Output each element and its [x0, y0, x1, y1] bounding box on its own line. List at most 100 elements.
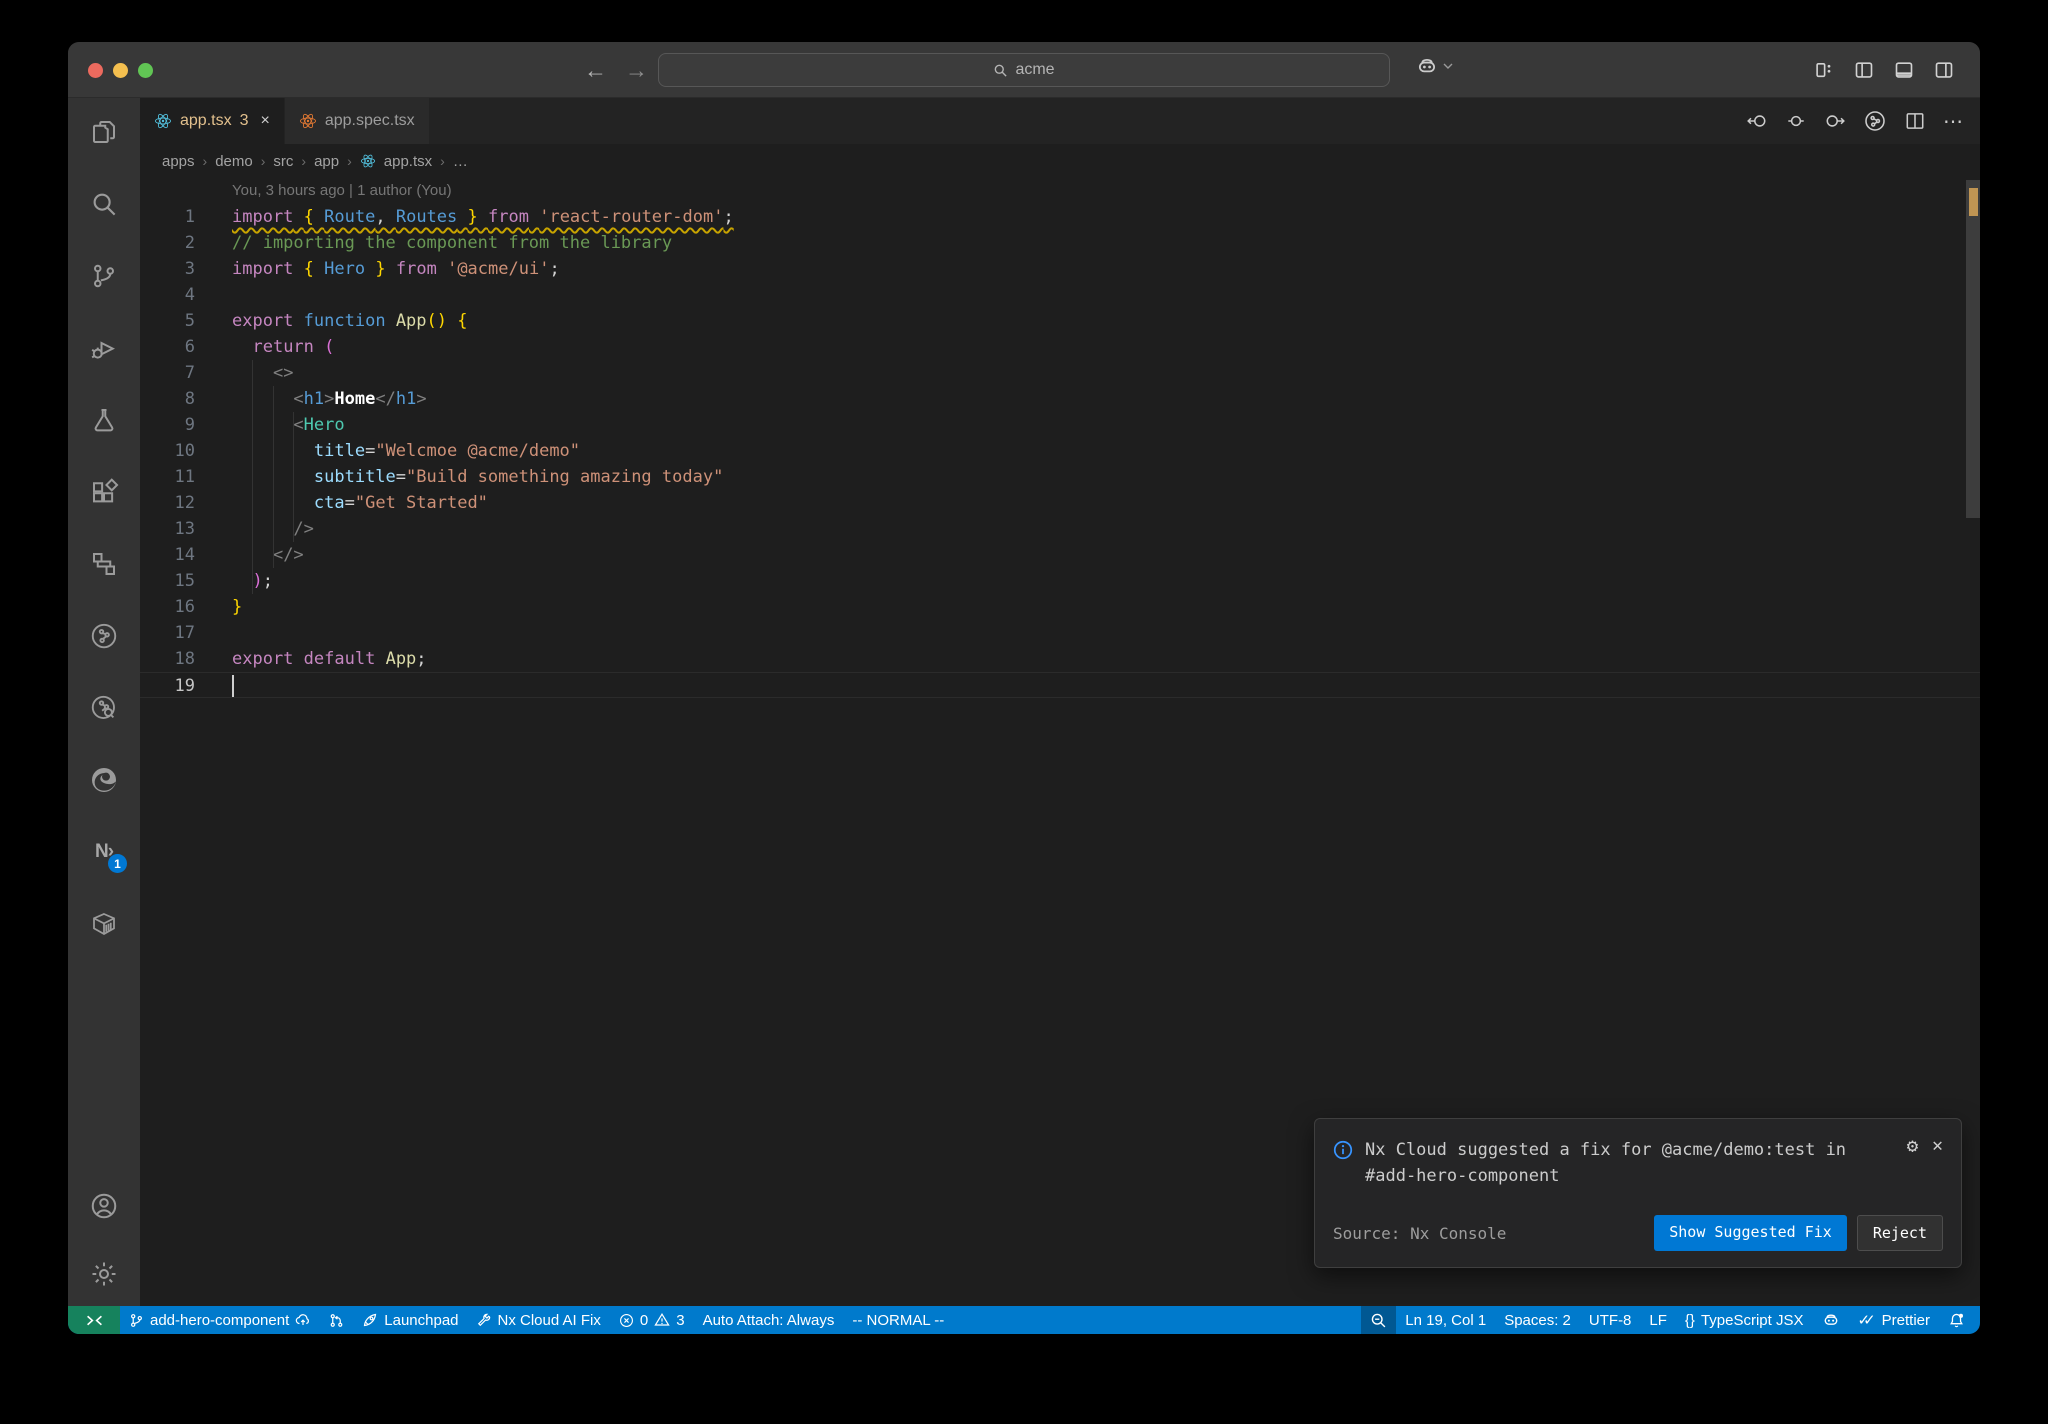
line-number: 3: [184, 259, 195, 279]
language-mode-item[interactable]: {} TypeScript JSX: [1676, 1306, 1813, 1334]
line-number: 1: [184, 207, 195, 227]
git-branch-item[interactable]: add-hero-component: [120, 1306, 320, 1334]
navigate-back-button[interactable]: ←: [584, 57, 607, 84]
copilot-icon: [1824, 1314, 1837, 1325]
code-line-11[interactable]: 11 subtitle="Build something amazing tod…: [140, 464, 1980, 490]
navigate-forward-button[interactable]: →: [625, 57, 648, 84]
edge-devtools-icon[interactable]: [88, 764, 120, 796]
code-line-16[interactable]: 16}: [140, 594, 1980, 620]
breadcrumb-item[interactable]: src: [273, 153, 293, 170]
code-line-12[interactable]: 12 cta="Get Started": [140, 490, 1980, 516]
testing-icon[interactable]: [88, 404, 120, 436]
show-suggested-fix-button[interactable]: Show Suggested Fix: [1654, 1215, 1847, 1251]
code-line-15[interactable]: 15 );: [140, 568, 1980, 594]
code-line-8[interactable]: 8 <h1>Home</h1>: [140, 386, 1980, 412]
code-line-4[interactable]: 4: [140, 282, 1980, 308]
indent-guide: [252, 360, 253, 594]
history-forward-icon[interactable]: [1824, 110, 1846, 132]
code-line-13[interactable]: 13 />: [140, 516, 1980, 542]
code-line-2[interactable]: 2 // importing the component from the lib…: [140, 230, 1980, 256]
code-line-7[interactable]: 7 <>: [140, 360, 1980, 386]
notifications-bell-item[interactable]: [1939, 1306, 1974, 1334]
editor-scrollbar[interactable]: [1966, 178, 1980, 1306]
code-line-17[interactable]: 17: [140, 620, 1980, 646]
line-number: 17: [174, 623, 195, 643]
account-icon[interactable]: [88, 1190, 120, 1222]
breadcrumb-file[interactable]: app.tsx: [384, 153, 432, 170]
code-line-10[interactable]: 10 title="Welcmoe @acme/demo": [140, 438, 1980, 464]
code-editor[interactable]: You, 3 hours ago | 1 author (You) 1 impor…: [140, 178, 1980, 1306]
tab-label: app.tsx: [180, 112, 232, 129]
history-back-icon[interactable]: [1746, 110, 1768, 132]
line-number: 16: [174, 597, 195, 617]
explorer-icon[interactable]: [88, 116, 120, 148]
launchpad-item[interactable]: Launchpad: [353, 1306, 467, 1334]
more-actions-icon[interactable]: ⋯: [1943, 109, 1964, 134]
remote-indicator[interactable]: [68, 1306, 120, 1334]
problems-item[interactable]: 0 3: [610, 1306, 694, 1334]
auto-attach-item[interactable]: Auto Attach: Always: [694, 1306, 844, 1334]
toggle-panel-icon[interactable]: [1894, 60, 1914, 80]
source-control-icon[interactable]: [88, 260, 120, 292]
code-line-19[interactable]: 19: [140, 672, 1980, 698]
notification-source: Source: Nx Console: [1333, 1223, 1507, 1243]
history-current-icon[interactable]: [1785, 110, 1807, 132]
macos-close-button[interactable]: [88, 63, 103, 78]
scrollbar-slider[interactable]: [1966, 180, 1980, 518]
code-line-5[interactable]: 5 export function App() {: [140, 308, 1980, 334]
encoding-item[interactable]: UTF-8: [1580, 1306, 1641, 1334]
extensions-icon[interactable]: [88, 476, 120, 508]
tab-app-tsx[interactable]: app.tsx 3 ×: [140, 98, 284, 144]
notification-close-icon[interactable]: ✕: [1932, 1137, 1943, 1155]
commit-graph-icon[interactable]: [88, 620, 120, 652]
tab-close-icon[interactable]: ×: [261, 112, 270, 130]
code-line-14[interactable]: 14 </>: [140, 542, 1980, 568]
formatter-item[interactable]: ✓✓ Prettier: [1849, 1306, 1940, 1334]
run-project-icon[interactable]: [1863, 109, 1887, 133]
git-blame-annotation: You, 3 hours ago | 1 author (You): [232, 182, 452, 199]
breadcrumb-symbol-more[interactable]: …: [453, 153, 468, 170]
split-editor-icon[interactable]: [1904, 110, 1926, 132]
zoom-indicator-item[interactable]: [1361, 1306, 1397, 1334]
reject-button[interactable]: Reject: [1856, 1215, 1943, 1251]
breadcrumb-item[interactable]: apps: [162, 153, 195, 170]
nx-cloud-fix-item[interactable]: Nx Cloud AI Fix: [468, 1306, 610, 1334]
macos-zoom-button[interactable]: [138, 63, 153, 78]
nx-console-icon[interactable]: N› 1: [88, 836, 127, 873]
error-count: 0: [639, 1311, 649, 1329]
search-sidebar-icon[interactable]: [88, 188, 120, 220]
copilot-icon[interactable]: [1416, 55, 1438, 77]
tab-app-spec-tsx[interactable]: app.spec.tsx: [284, 98, 429, 144]
copilot-status-item[interactable]: [1813, 1306, 1849, 1334]
chevron-down-icon[interactable]: [1442, 60, 1454, 72]
code-line-3[interactable]: 3 import { Hero } from '@acme/ui';: [140, 256, 1980, 282]
containers-icon[interactable]: [88, 908, 120, 940]
toggle-secondary-sidebar-icon[interactable]: [1934, 60, 1954, 80]
code-line-6[interactable]: 6 return (: [140, 334, 1980, 360]
breadcrumb-item[interactable]: demo: [215, 153, 253, 170]
gitlens-compare-item[interactable]: [320, 1306, 353, 1334]
breadcrumb-item[interactable]: app: [314, 153, 339, 170]
macos-minimize-button[interactable]: [113, 63, 128, 78]
cursor-position-item[interactable]: Ln 19, Col 1: [1396, 1306, 1495, 1334]
line-number: 14: [174, 545, 195, 565]
double-check-icon: ✓✓: [1857, 1312, 1876, 1329]
command-center[interactable]: acme: [658, 53, 1390, 87]
notification-settings-icon[interactable]: ⚙: [1907, 1137, 1918, 1156]
search-icon: [993, 63, 1008, 78]
branch-name: add-hero-component: [150, 1311, 290, 1329]
code-line-18[interactable]: 18 export default App;: [140, 646, 1980, 672]
code-line-1[interactable]: 1 import { Route, Routes } from 'react-ro…: [140, 204, 1980, 230]
run-debug-icon[interactable]: [88, 332, 120, 364]
gitlens-search-icon[interactable]: [88, 692, 120, 724]
references-icon[interactable]: [88, 548, 120, 580]
eol-item[interactable]: LF: [1640, 1306, 1676, 1334]
vim-mode-item[interactable]: -- NORMAL --: [843, 1306, 953, 1334]
code-line-9[interactable]: 9 <Hero: [140, 412, 1980, 438]
toggle-primary-sidebar-icon[interactable]: [1854, 60, 1874, 80]
line-number: 9: [184, 415, 195, 435]
indentation-item[interactable]: Spaces: 2: [1495, 1306, 1580, 1334]
text-cursor: [232, 675, 234, 697]
customize-layout-icon[interactable]: [1814, 60, 1834, 80]
settings-gear-icon[interactable]: [88, 1258, 120, 1290]
